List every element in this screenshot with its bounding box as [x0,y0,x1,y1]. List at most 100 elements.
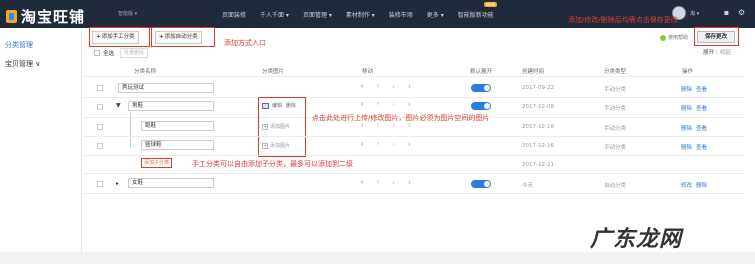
view-link[interactable]: 查看 [696,145,707,151]
highlight-add-manual [89,27,150,47]
row-checkbox[interactable] [97,104,103,110]
divider [84,76,744,77]
category-type: 手动分类 [604,106,627,112]
add-image-link[interactable]: + 添加图片 [262,142,290,149]
nav-page-management[interactable]: 页面管理 ▾ [303,10,332,19]
annotation-image-note: 点击此处进行上传/修改图片，图片必须为图片空间的图片 [312,114,490,122]
delete-link[interactable]: 删除 [681,106,692,112]
move-controls[interactable]: ⇞ ⇡ ⇣ ⇟ [360,142,417,148]
col-move: 移动 [362,69,374,75]
created-time: 今天 [522,183,534,189]
tree-connector [130,113,131,148]
delete-link[interactable]: 删除 [681,87,692,93]
row-checkbox[interactable] [97,143,103,149]
category-name-input[interactable]: 跑鞋 [141,121,214,131]
col-category-image: 分类图片 [262,69,285,75]
select-all-checkbox[interactable] [94,50,100,56]
nav-more[interactable]: 更多 ▾ [427,10,444,19]
view-link[interactable]: 查看 [696,87,707,93]
category-name-input[interactable]: 男鞋 [128,101,214,111]
brand-logo[interactable]: 淘宝旺铺 [6,6,85,27]
category-name-input[interactable]: 女鞋 [128,178,214,188]
brand-name: 淘宝旺铺 [21,8,86,26]
category-name-input[interactable]: 秀玩测试 [118,83,214,93]
row-actions: 删除 查看 [681,85,711,93]
default-expand-toggle[interactable] [471,180,491,188]
col-category-name: 分类名称 [134,69,157,75]
col-actions: 操作 [682,69,694,75]
divider [84,155,744,156]
default-expand-toggle[interactable] [471,84,491,92]
help-label: 使用帮助 [668,35,689,41]
edit-link[interactable]: 修改 [681,183,692,189]
expand-all-link[interactable]: 展开 [703,50,714,56]
add-subcategory-button[interactable]: 添加子分类 [141,158,173,168]
annotation-save-note: 添加/修改/删除后均需点击保存更改 [568,16,678,24]
divider [84,173,744,174]
created-time: 2017-12-16 [522,124,554,130]
shop-version-selector[interactable]: 智能版 ▾ [118,10,137,17]
nav-smart-features-label: 智能版新功能 [457,12,494,19]
move-controls[interactable]: ⇞ ⇡ ⇣ ⇟ [360,84,417,90]
nav-page-decoration[interactable]: 页面装修 [222,10,246,19]
row-checkbox[interactable] [97,181,103,187]
delete-link[interactable]: 删除 [681,126,692,132]
sidebar-item-category-management[interactable]: 分类管理 [5,40,33,50]
category-type: 手动分类 [604,87,627,93]
annotation-add-entry: 添加方式入口 [224,39,266,47]
message-icon[interactable]: ▪ [722,8,731,17]
help-link[interactable]: 使用帮助 [660,34,688,41]
add-image-link[interactable]: + 添加图片 [262,123,290,130]
col-category-type: 分类类型 [604,69,627,75]
created-time: 2017-12-21 [522,162,554,168]
category-type: 自动分类 [604,183,627,189]
shop-logo-icon [6,10,17,23]
caret-right-icon[interactable]: ▸ [116,180,119,187]
move-controls[interactable]: ⇞ ⇡ ⇣ ⇟ [360,180,417,186]
row-checkbox[interactable] [97,85,103,91]
move-controls[interactable]: ⇞ ⇡ ⇣ ⇟ [360,123,417,129]
delete-link[interactable]: 删除 [681,145,692,151]
highlight-add-auto [151,27,215,47]
divider [84,97,744,98]
select-all-label: 全选 [103,51,115,57]
view-link[interactable]: 查看 [696,106,707,112]
category-type: 手动分类 [604,145,627,151]
select-all[interactable]: 全选 [94,49,114,57]
view-link[interactable]: 查看 [696,126,707,132]
batch-delete-button[interactable]: 批量删除 [120,48,149,58]
row-actions: 删除 查看 [681,143,711,151]
delete-link[interactable]: 删除 [696,183,707,189]
col-default-expand: 默认展开 [470,69,493,75]
sidebar: 分类管理 宝贝管理 ∨ [0,28,82,264]
nav-personalization[interactable]: 千人千面 ▾ [260,10,289,19]
add-image-label: 添加图片 [270,124,291,130]
nav-material-making[interactable]: 素材制作 ▾ [346,10,375,19]
category-type: 手动分类 [604,126,627,132]
collapse-all-link[interactable]: 收起 [720,50,731,56]
plus-icon: + [262,142,268,149]
created-time: 2017-12-08 [522,104,554,110]
add-image-label: 添加图片 [270,143,291,149]
row-actions: 删除 查看 [681,124,711,132]
settings-icon[interactable]: ⚙ [737,8,746,17]
bottom-bar [0,252,755,264]
user-menu[interactable]: 淘 ▾ [690,10,699,17]
created-time: 2017-12-16 [522,143,554,149]
caret-down-icon[interactable]: ▼ [116,102,121,109]
default-expand-toggle[interactable] [471,102,491,110]
watermark: 广东龙网 [590,227,683,252]
category-name-input[interactable]: 篮球鞋 [141,140,214,150]
expand-collapse-links: 展开 | 收起 [703,50,731,56]
sidebar-item-item-management[interactable]: 宝贝管理 ∨ [5,59,40,69]
nav-decoration-market[interactable]: 装修市场 [389,10,413,19]
divider [84,193,744,194]
new-badge: NEW [483,2,498,7]
divider [84,136,744,137]
move-controls[interactable]: ⇞ ⇡ ⇣ ⇟ [360,102,417,108]
top-nav: 页面装修 千人千面 ▾ 页面管理 ▾ 素材制作 ▾ 装修市场 更多 ▾ 智能版新… [222,2,508,19]
highlight-save [694,27,739,46]
help-icon [660,34,666,41]
nav-smart-features[interactable]: 智能版新功能 NEW [457,2,498,19]
row-checkbox[interactable] [97,124,103,130]
